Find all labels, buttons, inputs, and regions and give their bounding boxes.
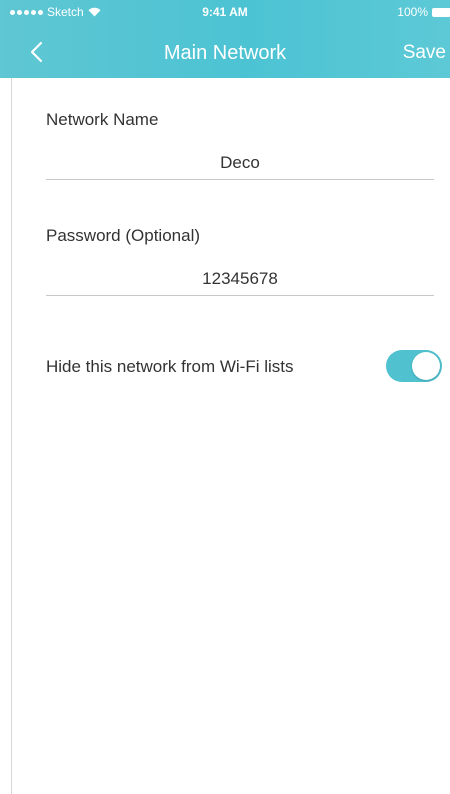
header: Sketch 9:41 AM 100% Main Network Save xyxy=(0,0,450,78)
save-button[interactable]: Save xyxy=(403,42,446,64)
hide-network-toggle[interactable] xyxy=(386,350,442,382)
hide-network-label: Hide this network from Wi-Fi lists xyxy=(46,357,294,376)
app-screen: Sketch 9:41 AM 100% Main Network Save Ne… xyxy=(0,0,450,794)
network-name-input[interactable] xyxy=(46,146,434,180)
page-title: Main Network xyxy=(163,42,287,64)
network-name-label: Network Name xyxy=(46,110,159,129)
status-right: 100% xyxy=(397,5,450,19)
battery-icon xyxy=(432,7,450,17)
nav-bar: Main Network Save xyxy=(0,24,450,78)
password-label: Password (Optional) xyxy=(46,226,201,245)
password-input[interactable] xyxy=(46,262,434,296)
status-time: 9:41 AM xyxy=(202,5,248,19)
screen-border xyxy=(11,78,12,794)
battery-percent: 100% xyxy=(397,5,428,19)
status-bar: Sketch 9:41 AM 100% xyxy=(0,0,450,24)
toggle-knob xyxy=(412,352,440,380)
